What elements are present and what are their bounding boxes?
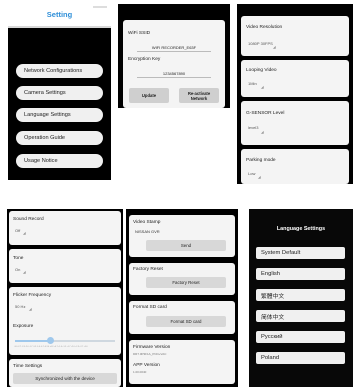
language-option-russian[interactable]: Русский — [256, 331, 345, 343]
header-bar: Setting — [8, 4, 111, 28]
setting-card-looping[interactable]: Looping Video 1Min — [241, 60, 349, 97]
time-settings-label: Time Settings — [13, 364, 43, 369]
menu-item-camera[interactable]: Camera Settings — [16, 86, 103, 100]
reactivate-line2: Network — [190, 95, 208, 101]
ssid-value[interactable]: WIFI RECORDER_E63F — [123, 45, 225, 50]
flicker-label: Flicker Frequency — [13, 293, 52, 298]
menu-item-notice[interactable]: Usage Notice — [16, 154, 103, 168]
app-version-label: APP Version — [133, 363, 160, 368]
resolution-value: 1080P 30FPS — [248, 41, 273, 46]
gsensor-label: G-SENSOR Level — [246, 111, 285, 116]
dropdown-caret-icon — [22, 270, 28, 276]
factory-reset-label: Factory Reset — [133, 267, 163, 272]
setting-card-parking[interactable]: Parking mode Low — [241, 149, 349, 184]
video-stamp-label: Video Stamp — [133, 220, 161, 225]
format-sd-label: Format SD card — [133, 305, 167, 310]
status-bar-icons — [93, 6, 107, 8]
exposure-label: Exposure — [13, 324, 34, 329]
setting-card-resolution[interactable]: Video Resolution 1080P 30FPS — [241, 16, 349, 56]
dropdown-caret-icon — [257, 175, 263, 181]
dropdown-caret-icon — [260, 85, 266, 91]
key-value[interactable]: 1234567890 — [123, 71, 225, 76]
video-settings-screen: Video Resolution 1080P 30FPS Looping Vid… — [237, 4, 353, 184]
sound-record-value: Off — [15, 228, 21, 233]
gsensor-value: level3 — [248, 125, 259, 130]
sound-record-label: Sound Record — [13, 217, 44, 222]
language-option-traditional-chinese[interactable]: 繁體中文 — [256, 289, 345, 301]
dropdown-caret-icon — [22, 231, 28, 237]
dropdown-caret-icon — [272, 45, 278, 51]
reactivate-network-button[interactable]: Re-activate Network — [179, 88, 219, 103]
language-option-english[interactable]: English — [256, 268, 345, 280]
parking-label: Parking mode — [246, 158, 276, 163]
ssid-label: WiFi SSID — [128, 31, 151, 36]
setting-card-factory-reset: Factory Reset Factory Reset — [129, 263, 235, 295]
setting-menu-screen: Setting Network Configurations Camera Se… — [8, 4, 111, 180]
ssid-underline — [137, 51, 211, 52]
tone-value: On — [15, 267, 21, 272]
firmware-version-label: Firmware Version — [133, 345, 171, 350]
device-settings-screen: Video Stamp NISSAN GVR Send Factory Rese… — [126, 209, 238, 387]
looping-label: Looping Video — [246, 68, 277, 73]
flicker-value[interactable]: 50 Hz — [15, 304, 25, 309]
exposure-slider-thumb[interactable] — [46, 337, 54, 344]
language-page-title: Language Settings — [276, 226, 326, 232]
setting-card-gsensor[interactable]: G-SENSOR Level level3 — [241, 101, 349, 145]
page-title: Setting — [46, 10, 73, 19]
setting-card-tone[interactable]: Tone On — [9, 249, 121, 283]
key-underline — [137, 77, 211, 78]
language-option-simplified-chinese[interactable]: 简体中文 — [256, 310, 345, 322]
sync-time-button[interactable]: Synchronized with the device — [13, 373, 117, 384]
exposure-slider-fill — [15, 340, 50, 342]
exposure-scale: -3.0 -2.7 -2.3 -2.0 -1.7 -1.3 -1.0 -0.7 … — [14, 346, 88, 348]
send-button[interactable]: Send — [146, 240, 226, 251]
exposure-slider-track[interactable] — [15, 337, 115, 344]
language-settings-screen: Language Settings System Default English… — [249, 209, 353, 387]
dropdown-caret-icon — [28, 307, 34, 313]
setting-card-flicker-exposure: Flicker Frequency 50 Hz Exposure -3.0 -2… — [9, 287, 121, 355]
menu-item-guide[interactable]: Operation Guide — [16, 131, 103, 145]
firmware-version-value: DR7.0P3F1A_PCD+VAC — [133, 352, 167, 356]
key-label: Encryption Key — [128, 57, 161, 62]
network-card: WiFi SSID WIFI RECORDER_E63F Encryption … — [123, 20, 225, 108]
setting-card-versions: Firmware Version DR7.0P3F1A_PCD+VAC APP … — [129, 340, 235, 384]
language-option-poland[interactable]: Poland — [256, 352, 345, 364]
factory-reset-button[interactable]: Factory Reset — [146, 277, 226, 288]
language-option-system-default[interactable]: System Default — [256, 247, 345, 259]
app-version-value: 1.00.0040 — [133, 370, 147, 374]
parking-value: Low — [248, 171, 256, 176]
setting-card-time: Time Settings Synchronized with the devi… — [9, 359, 121, 387]
tone-label: Tone — [13, 256, 24, 261]
resolution-label: Video Resolution — [246, 25, 283, 30]
setting-card-sound[interactable]: Sound Record Off — [9, 211, 121, 245]
camera-settings-screen: Sound Record Off Tone On Flicker Frequen… — [7, 209, 123, 387]
menu-item-network[interactable]: Network Configurations — [16, 64, 103, 78]
setting-card-video-stamp: Video Stamp NISSAN GVR Send — [129, 215, 235, 257]
dropdown-caret-icon — [260, 130, 266, 136]
menu-item-language[interactable]: Language Settings — [16, 108, 103, 122]
format-sd-button[interactable]: Format SD card — [146, 316, 226, 327]
looping-value: 1Min — [248, 81, 257, 86]
video-stamp-value[interactable]: NISSAN GVR — [135, 229, 160, 234]
setting-card-format-sd: Format SD card Format SD card — [129, 301, 235, 334]
network-config-screen: WiFi SSID WIFI RECORDER_E63F Encryption … — [118, 4, 230, 108]
update-button[interactable]: Update — [129, 88, 169, 103]
